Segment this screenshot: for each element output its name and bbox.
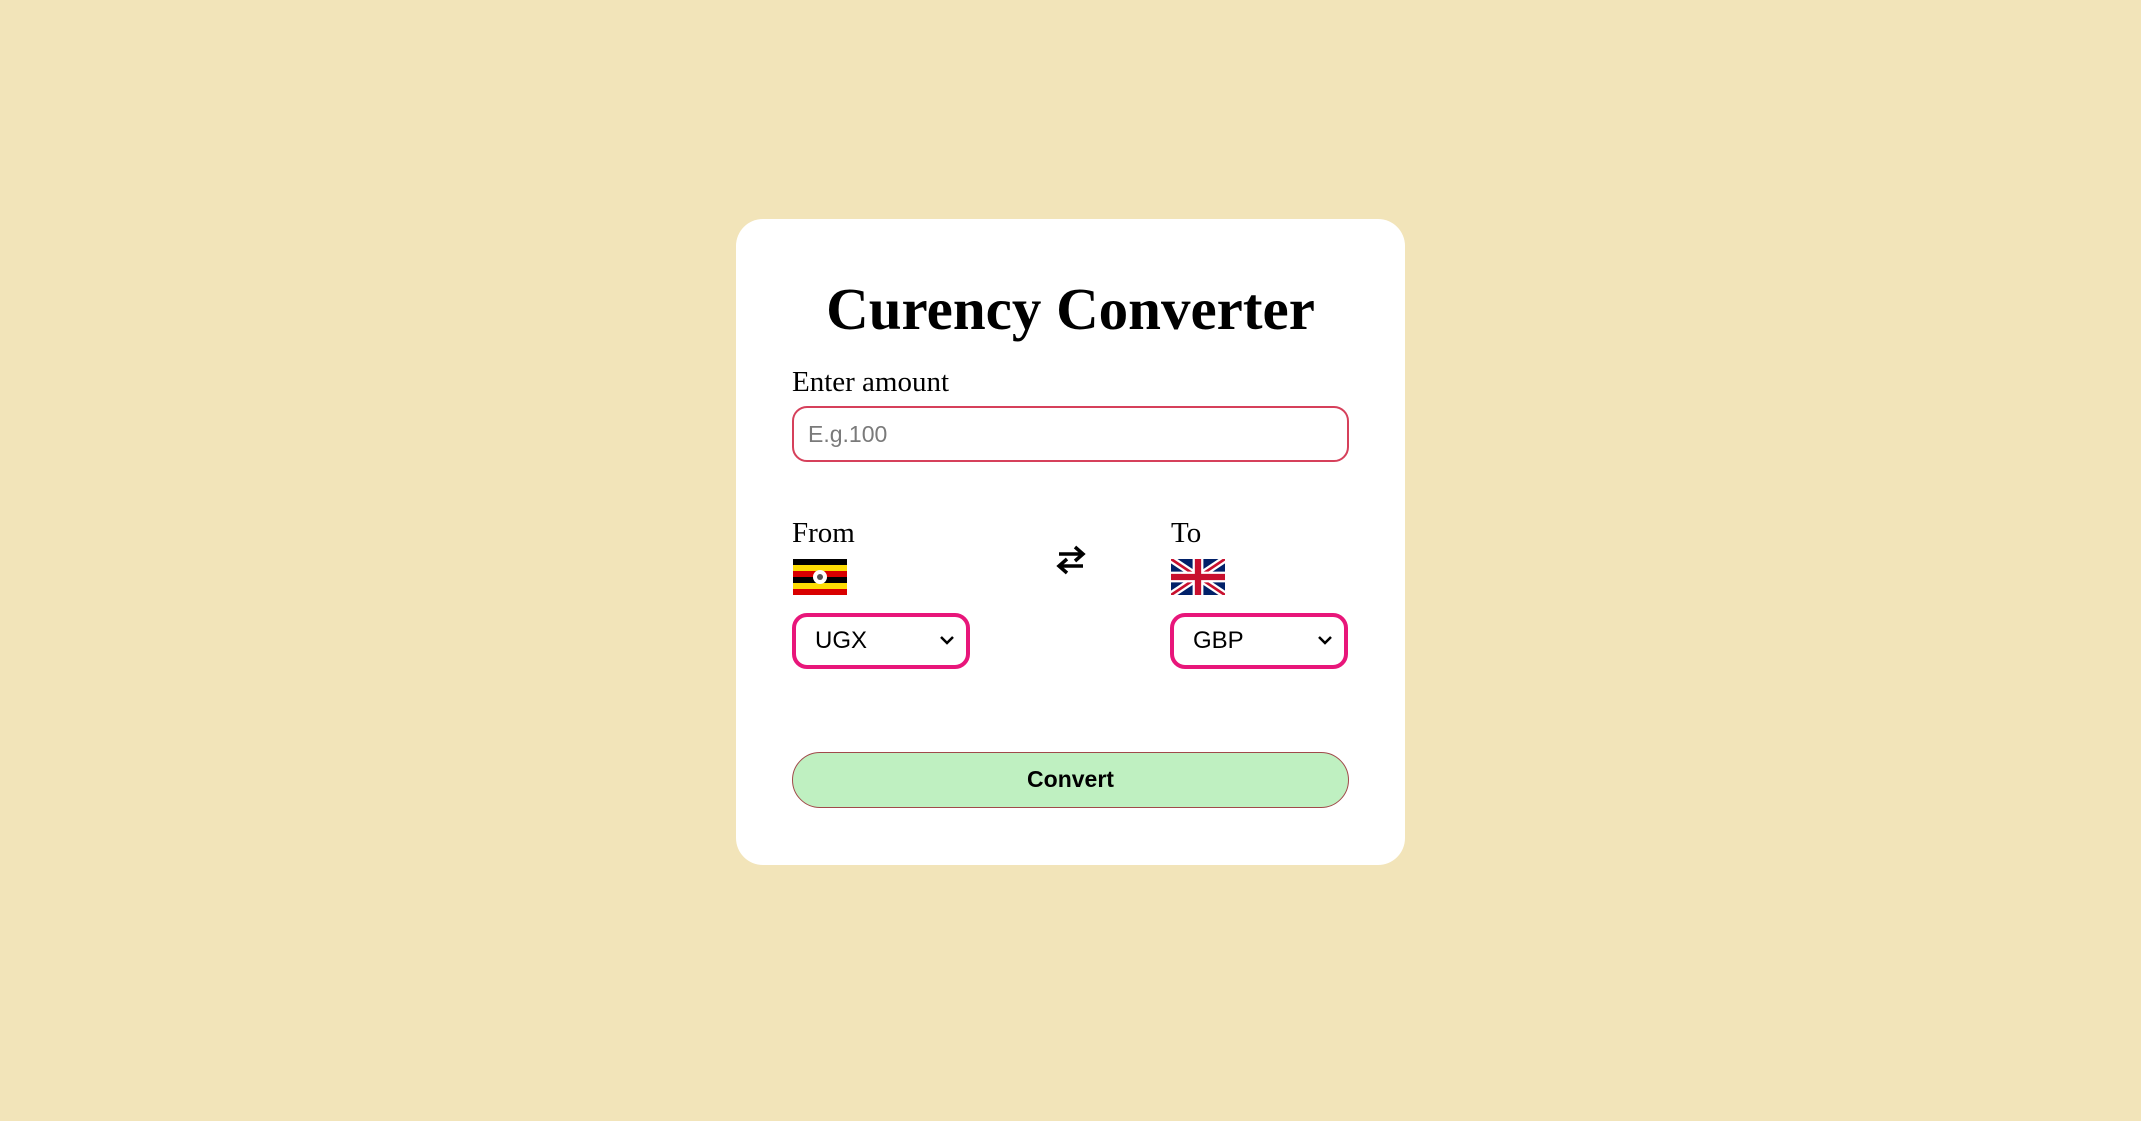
chevron-down-icon (938, 633, 956, 647)
to-label: To (1171, 517, 1202, 549)
uganda-flag-icon (793, 559, 847, 595)
converter-card: Curency Converter Enter amount From UGX … (736, 219, 1405, 865)
to-currency-select[interactable]: GBP (1170, 613, 1348, 669)
from-label: From (792, 517, 855, 549)
swap-arrows-icon[interactable] (1053, 542, 1089, 578)
page-title: Curency Converter (826, 276, 1315, 342)
from-currency-select[interactable]: UGX (792, 613, 970, 669)
to-currency-value: GBP (1193, 627, 1244, 654)
convert-button[interactable]: Convert (792, 752, 1349, 808)
amount-input[interactable] (792, 406, 1349, 462)
chevron-down-icon (1316, 633, 1334, 647)
uk-flag-icon (1171, 559, 1225, 595)
from-currency-value: UGX (815, 627, 868, 654)
amount-label: Enter amount (792, 366, 950, 398)
